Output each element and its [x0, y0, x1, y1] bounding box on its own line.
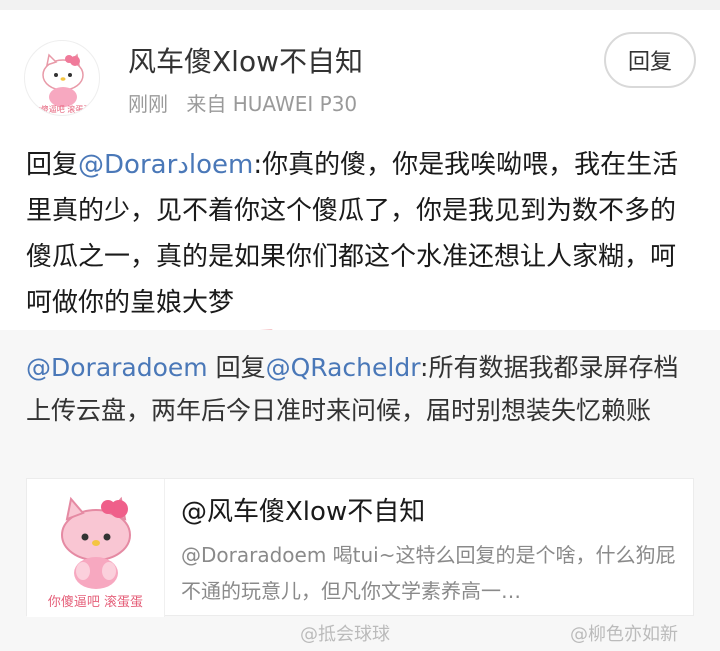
author-name[interactable]: 风车傻Xlow不自知 [128, 40, 363, 80]
card-thumbnail: 你傻逼吧 滚蛋蛋 [27, 479, 165, 617]
original-post-card[interactable]: 你傻逼吧 滚蛋蛋 @风车傻Xlow不自知 @Doraradoem 喝tui~这特… [26, 478, 694, 617]
quoted-mention-target[interactable]: @QRacheldr [266, 353, 420, 382]
reply-button[interactable]: 回复 [604, 32, 696, 88]
card-title[interactable]: @风车傻Xlow不自知 [181, 491, 425, 528]
underlined-phrase: 皇娘大梦 [130, 280, 234, 326]
reply-text: 回复@Dorarادoem:你真的傻，你是我唉呦喂，我在生活里真的少，见不着你这… [26, 142, 696, 326]
quoted-text: @Doraradoem 回复@QRacheldr:所有数据我都录屏存档上传云盘，… [26, 346, 696, 432]
post-meta: 刚刚 来自 HUAWEI P30 [128, 88, 369, 117]
card-body: @Doraradoem 喝tui~这特么回复的是个啥，什么狗屁不通的玩意儿，但凡… [181, 543, 676, 603]
mention-link[interactable]: @Dorarادoem [78, 150, 253, 180]
thumbnail-caption: 你傻逼吧 滚蛋蛋 [47, 595, 144, 610]
avatar-caption: 你傻逼吧 滚蛋蛋 [32, 105, 92, 114]
quoted-mention-author[interactable]: @Doraradoem [26, 353, 208, 382]
top-divider [0, 0, 720, 10]
reply-prefix: 回复 [26, 150, 79, 180]
post-source: 来自 HUAWEI P30 [186, 92, 358, 116]
watermark-2: @柳色亦如新 [570, 624, 678, 645]
quoted-reply-word: 回复 [207, 353, 266, 382]
post-time: 刚刚 [128, 92, 168, 116]
quoted-comment[interactable]: @Doraradoem 回复@QRacheldr:所有数据我都录屏存档上传云盘，… [0, 330, 720, 651]
avatar[interactable]: 你傻逼吧 滚蛋蛋 [24, 40, 100, 116]
watermark-1: @抵会球球 [300, 624, 390, 645]
